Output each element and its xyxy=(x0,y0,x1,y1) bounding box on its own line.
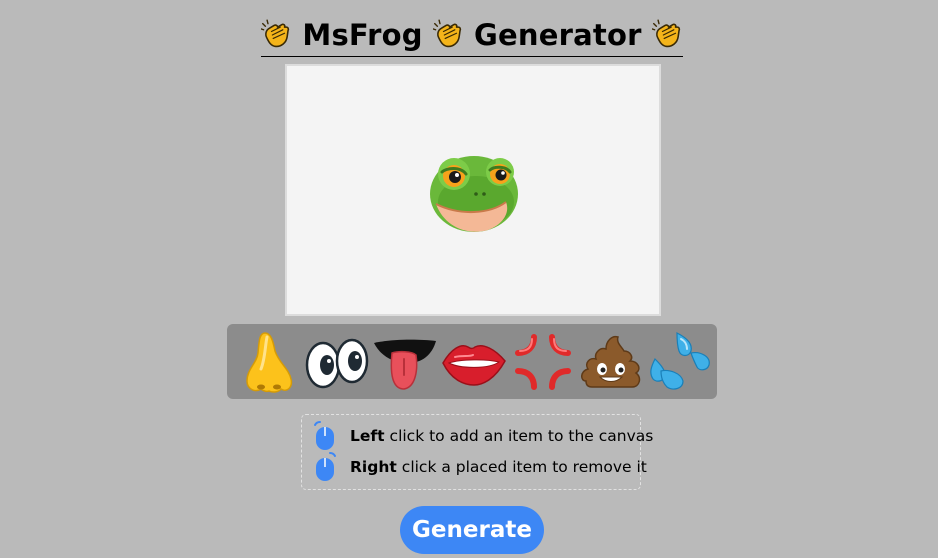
nose-icon xyxy=(246,331,293,393)
page-title: MsFrog Generator xyxy=(261,14,683,57)
instruction-left-click: Left click to add an item to the canvas xyxy=(312,421,653,451)
eyes-icon xyxy=(305,338,368,388)
palette-item-nose[interactable] xyxy=(235,329,301,395)
palette-item-eyes[interactable] xyxy=(304,329,370,395)
instruction-right-label: Right xyxy=(350,458,397,476)
clapping-hands-icon xyxy=(652,17,683,53)
generate-button[interactable]: Generate xyxy=(400,506,544,554)
palette-item-lips[interactable] xyxy=(441,329,507,395)
title-text-generator: Generator xyxy=(474,18,642,52)
palette-item-poop[interactable] xyxy=(578,329,644,395)
mouse-right-click-icon xyxy=(312,452,338,482)
clapping-hands-icon xyxy=(261,17,292,53)
palette-item-sweat[interactable] xyxy=(647,329,713,395)
frog-face-icon[interactable] xyxy=(420,144,524,240)
item-palette xyxy=(227,324,717,399)
lips-icon xyxy=(442,344,506,386)
clapping-hands-icon xyxy=(433,17,464,53)
poop-icon xyxy=(581,335,641,388)
sweat-droplets-icon xyxy=(650,331,710,390)
instruction-right-click: Right click a placed item to remove it xyxy=(312,452,647,482)
instruction-right-text: click a placed item to remove it xyxy=(401,458,647,476)
drawing-canvas[interactable] xyxy=(285,64,661,316)
instruction-left-text: click to add an item to the canvas xyxy=(389,427,654,445)
title-text-msfrog: MsFrog xyxy=(302,18,423,52)
tongue-mouth-icon xyxy=(374,339,437,390)
instruction-left-label: Left xyxy=(350,427,385,445)
instructions-box: Left click to add an item to the canvas … xyxy=(301,414,653,490)
mouse-left-click-icon xyxy=(312,421,338,451)
anger-symbol-icon xyxy=(514,333,571,390)
palette-item-tongue[interactable] xyxy=(372,329,438,395)
palette-item-anger[interactable] xyxy=(510,329,576,395)
